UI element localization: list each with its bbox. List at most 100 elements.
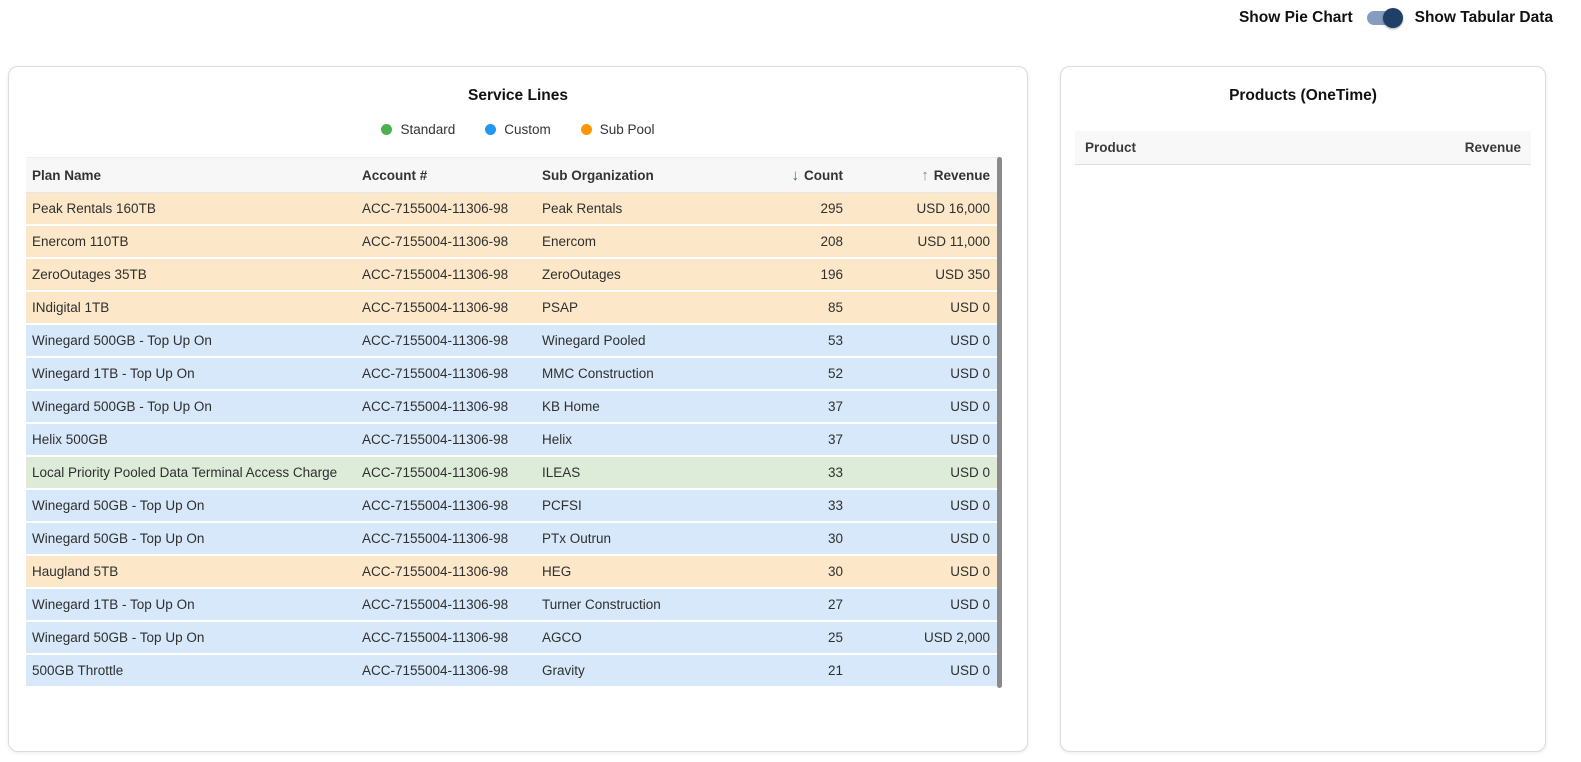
column-header-count[interactable]: ↓ Count <box>766 168 843 183</box>
table-cell-plan-name: Winegard 500GB - Top Up On <box>26 333 362 348</box>
table-row: INdigital 1TB ACC-7155004-11306-98 PSAP … <box>26 292 1002 325</box>
table-cell-sub-organization: Turner Construction <box>542 597 766 612</box>
table-cell-account: ACC-7155004-11306-98 <box>362 399 542 414</box>
table-cell-plan-name: Helix 500GB <box>26 432 362 447</box>
table-cell-plan-name: Haugland 5TB <box>26 564 362 579</box>
table-cell-revenue: USD 0 <box>843 531 996 546</box>
table-cell-revenue: USD 0 <box>843 366 996 381</box>
sort-descending-icon: ↓ <box>792 168 800 183</box>
legend-item[interactable]: Custom <box>485 122 551 137</box>
legend-item[interactable]: Standard <box>381 122 455 137</box>
table-row: Haugland 5TB ACC-7155004-11306-98 HEG 30… <box>26 556 1002 589</box>
service-lines-table: Plan Name Account # Sub Organization ↓ C… <box>26 157 1002 688</box>
table-row: Winegard 50GB - Top Up On ACC-7155004-11… <box>26 490 1002 523</box>
service-lines-legend: Standard Custom Sub Pool <box>9 122 1027 137</box>
view-toggle-switch[interactable] <box>1365 8 1403 28</box>
table-cell-count: 295 <box>766 201 843 216</box>
table-cell-plan-name: Winegard 1TB - Top Up On <box>26 597 362 612</box>
service-lines-table-body: Peak Rentals 160TB ACC-7155004-11306-98 … <box>26 193 1002 688</box>
table-cell-plan-name: Winegard 1TB - Top Up On <box>26 366 362 381</box>
table-row: Winegard 50GB - Top Up On ACC-7155004-11… <box>26 622 1002 655</box>
table-cell-account: ACC-7155004-11306-98 <box>362 498 542 513</box>
table-row: 500GB Throttle ACC-7155004-11306-98 Grav… <box>26 655 1002 688</box>
table-cell-sub-organization: Peak Rentals <box>542 201 766 216</box>
table-cell-account: ACC-7155004-11306-98 <box>362 531 542 546</box>
table-cell-account: ACC-7155004-11306-98 <box>362 333 542 348</box>
table-cell-count: 85 <box>766 300 843 315</box>
table-cell-revenue: USD 2,000 <box>843 630 996 645</box>
table-cell-account: ACC-7155004-11306-98 <box>362 234 542 249</box>
table-cell-sub-organization: ILEAS <box>542 465 766 480</box>
column-header-sub-organization[interactable]: Sub Organization <box>542 168 766 183</box>
table-cell-plan-name: Winegard 50GB - Top Up On <box>26 630 362 645</box>
table-cell-sub-organization: HEG <box>542 564 766 579</box>
legend-item-label: Sub Pool <box>600 122 655 137</box>
table-cell-sub-organization: ZeroOutages <box>542 267 766 282</box>
column-header-plan-name[interactable]: Plan Name <box>26 168 362 183</box>
products-onetime-card: Products (OneTime) Product Revenue <box>1060 66 1546 752</box>
table-row: Enercom 110TB ACC-7155004-11306-98 Enerc… <box>26 226 1002 259</box>
table-cell-account: ACC-7155004-11306-98 <box>362 465 542 480</box>
table-cell-plan-name: INdigital 1TB <box>26 300 362 315</box>
view-toggle-bar: Show Pie Chart Show Tabular Data <box>1239 8 1553 28</box>
table-cell-count: 33 <box>766 465 843 480</box>
table-cell-revenue: USD 0 <box>843 300 996 315</box>
table-cell-account: ACC-7155004-11306-98 <box>362 432 542 447</box>
products-onetime-title: Products (OneTime) <box>1061 67 1545 105</box>
table-cell-account: ACC-7155004-11306-98 <box>362 267 542 282</box>
table-row: Winegard 1TB - Top Up On ACC-7155004-113… <box>26 358 1002 391</box>
table-cell-revenue: USD 0 <box>843 498 996 513</box>
table-cell-plan-name: Enercom 110TB <box>26 234 362 249</box>
table-cell-revenue: USD 11,000 <box>843 234 996 249</box>
table-row: Helix 500GB ACC-7155004-11306-98 Helix 3… <box>26 424 1002 457</box>
table-cell-count: 27 <box>766 597 843 612</box>
table-cell-sub-organization: PTx Outrun <box>542 531 766 546</box>
table-cell-count: 30 <box>766 564 843 579</box>
vertical-scrollbar-thumb[interactable] <box>997 157 1002 688</box>
table-cell-count: 33 <box>766 498 843 513</box>
table-cell-account: ACC-7155004-11306-98 <box>362 597 542 612</box>
table-cell-account: ACC-7155004-11306-98 <box>362 366 542 381</box>
table-row: ZeroOutages 35TB ACC-7155004-11306-98 Ze… <box>26 259 1002 292</box>
table-cell-count: 208 <box>766 234 843 249</box>
table-cell-sub-organization: AGCO <box>542 630 766 645</box>
service-lines-card: Service Lines Standard Custom Sub Pool P… <box>8 66 1028 752</box>
legend-item[interactable]: Sub Pool <box>581 122 655 137</box>
table-cell-plan-name: Winegard 500GB - Top Up On <box>26 399 362 414</box>
column-header-product-revenue[interactable]: Revenue <box>1465 140 1521 155</box>
table-row: Winegard 1TB - Top Up On ACC-7155004-113… <box>26 589 1002 622</box>
table-cell-revenue: USD 0 <box>843 333 996 348</box>
column-header-account[interactable]: Account # <box>362 168 542 183</box>
table-cell-count: 30 <box>766 531 843 546</box>
table-cell-count: 37 <box>766 432 843 447</box>
table-cell-revenue: USD 0 <box>843 597 996 612</box>
table-row: Winegard 500GB - Top Up On ACC-7155004-1… <box>26 391 1002 424</box>
column-header-count-label: Count <box>804 168 843 183</box>
table-cell-account: ACC-7155004-11306-98 <box>362 201 542 216</box>
table-cell-sub-organization: Enercom <box>542 234 766 249</box>
toggle-thumb-icon <box>1383 8 1403 28</box>
table-cell-account: ACC-7155004-11306-98 <box>362 300 542 315</box>
sort-ascending-icon: ↑ <box>921 168 929 183</box>
table-cell-revenue: USD 0 <box>843 432 996 447</box>
table-cell-count: 21 <box>766 663 843 678</box>
legend-item-label: Custom <box>504 122 551 137</box>
column-header-product[interactable]: Product <box>1085 140 1136 155</box>
legend-item-label: Standard <box>400 122 455 137</box>
legend-dot-icon <box>581 124 592 135</box>
table-cell-plan-name: Local Priority Pooled Data Terminal Acce… <box>26 465 362 480</box>
table-cell-sub-organization: KB Home <box>542 399 766 414</box>
table-cell-plan-name: Winegard 50GB - Top Up On <box>26 498 362 513</box>
table-cell-plan-name: Winegard 50GB - Top Up On <box>26 531 362 546</box>
table-row: Local Priority Pooled Data Terminal Acce… <box>26 457 1002 490</box>
table-cell-count: 196 <box>766 267 843 282</box>
table-cell-sub-organization: Helix <box>542 432 766 447</box>
table-row: Winegard 50GB - Top Up On ACC-7155004-11… <box>26 523 1002 556</box>
table-cell-count: 53 <box>766 333 843 348</box>
service-lines-title: Service Lines <box>9 67 1027 105</box>
legend-dot-icon <box>381 124 392 135</box>
column-header-revenue[interactable]: ↑ Revenue <box>843 168 996 183</box>
table-cell-sub-organization: Gravity <box>542 663 766 678</box>
table-cell-plan-name: ZeroOutages 35TB <box>26 267 362 282</box>
table-cell-revenue: USD 16,000 <box>843 201 996 216</box>
